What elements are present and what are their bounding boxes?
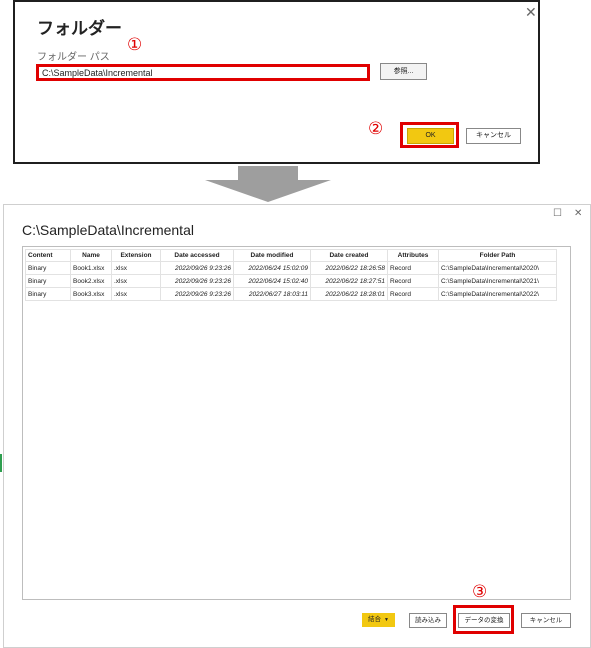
folder-path-input[interactable]: C:\SampleData\Incremental	[36, 64, 370, 81]
cell-attributes[interactable]: Record	[387, 261, 439, 275]
column-header-content[interactable]: Content	[25, 249, 71, 262]
cell-name: Book3.xlsx	[70, 287, 112, 301]
column-header-date-created[interactable]: Date created	[310, 249, 388, 262]
cell-date-modified: 2022/06/24 15:02:40	[233, 274, 311, 288]
column-header-attributes[interactable]: Attributes	[387, 249, 439, 262]
cell-date-accessed: 2022/09/26 9:23:26	[160, 274, 234, 288]
close-icon[interactable]: ✕	[525, 5, 537, 19]
cell-date-accessed: 2022/09/26 9:23:26	[160, 261, 234, 275]
step-marker-3: ③	[472, 582, 488, 602]
cell-name: Book2.xlsx	[70, 274, 112, 288]
cell-date-modified: 2022/06/27 18:03:11	[233, 287, 311, 301]
cell-extension: .xlsx	[111, 274, 161, 288]
column-header-name[interactable]: Name	[70, 249, 112, 262]
cell-folder-path: C:\SampleData\Incremental\2020\	[438, 261, 557, 275]
cell-date-created: 2022/06/22 18:28:01	[310, 287, 388, 301]
cell-name: Book1.xlsx	[70, 261, 112, 275]
table-row[interactable]: Binary Book1.xlsx .xlsx 2022/09/26 9:23:…	[25, 261, 557, 275]
maximize-icon[interactable]: ☐	[553, 209, 562, 219]
column-header-date-modified[interactable]: Date modified	[233, 249, 311, 262]
cell-date-created: 2022/06/22 18:27:51	[310, 274, 388, 288]
cell-date-created: 2022/06/22 18:26:58	[310, 261, 388, 275]
browse-button[interactable]: 参照...	[380, 63, 427, 80]
folder-path-label: フォルダー パス	[37, 52, 110, 63]
column-header-date-accessed[interactable]: Date accessed	[160, 249, 234, 262]
background-edge	[0, 454, 2, 472]
ok-button[interactable]: OK	[407, 128, 454, 144]
preview-title: C:\SampleData\Incremental	[22, 222, 194, 238]
preview-dialog: ☐ ✕ C:\SampleData\Incremental Content Na…	[3, 204, 591, 648]
cell-extension: .xlsx	[111, 287, 161, 301]
chevron-down-icon[interactable]: ▼	[384, 617, 389, 623]
ok-button-highlight: OK	[400, 122, 459, 148]
cell-attributes[interactable]: Record	[387, 287, 439, 301]
cell-date-modified: 2022/06/24 15:02:09	[233, 261, 311, 275]
cell-date-accessed: 2022/09/26 9:23:26	[160, 287, 234, 301]
cell-attributes[interactable]: Record	[387, 274, 439, 288]
table-header-row: Content Name Extension Date accessed Dat…	[25, 249, 557, 262]
step-marker-2: ②	[368, 119, 384, 139]
file-table-container: Content Name Extension Date accessed Dat…	[22, 246, 571, 600]
cell-folder-path: C:\SampleData\Incremental\2021\	[438, 274, 557, 288]
file-table: Content Name Extension Date accessed Dat…	[25, 249, 557, 301]
table-row[interactable]: Binary Book2.xlsx .xlsx 2022/09/26 9:23:…	[25, 274, 557, 288]
combine-button[interactable]: 結合 ▼	[362, 613, 395, 627]
transform-data-button[interactable]: データの変換	[458, 613, 510, 628]
cell-content: Binary	[25, 274, 71, 288]
cancel-button[interactable]: キャンセル	[466, 128, 521, 144]
column-header-extension[interactable]: Extension	[111, 249, 161, 262]
close-icon[interactable]: ✕	[574, 209, 582, 219]
folder-dialog: ✕ フォルダー フォルダー パス C:\SampleData\Increment…	[13, 0, 540, 164]
combine-label: 結合	[368, 616, 382, 623]
cell-content: Binary	[25, 261, 71, 275]
table-row[interactable]: Binary Book3.xlsx .xlsx 2022/09/26 9:23:…	[25, 287, 557, 301]
transform-button-highlight: データの変換	[453, 605, 514, 634]
column-header-folder-path[interactable]: Folder Path	[438, 249, 557, 262]
dialog-title: フォルダー	[37, 19, 122, 38]
cell-extension: .xlsx	[111, 261, 161, 275]
cell-content: Binary	[25, 287, 71, 301]
load-button[interactable]: 読み込み	[409, 613, 447, 628]
step-marker-1: ①	[127, 35, 143, 55]
down-arrow-icon	[205, 166, 331, 202]
cell-folder-path: C:\SampleData\Incremental\2022\	[438, 287, 557, 301]
cancel-button[interactable]: キャンセル	[521, 613, 571, 628]
